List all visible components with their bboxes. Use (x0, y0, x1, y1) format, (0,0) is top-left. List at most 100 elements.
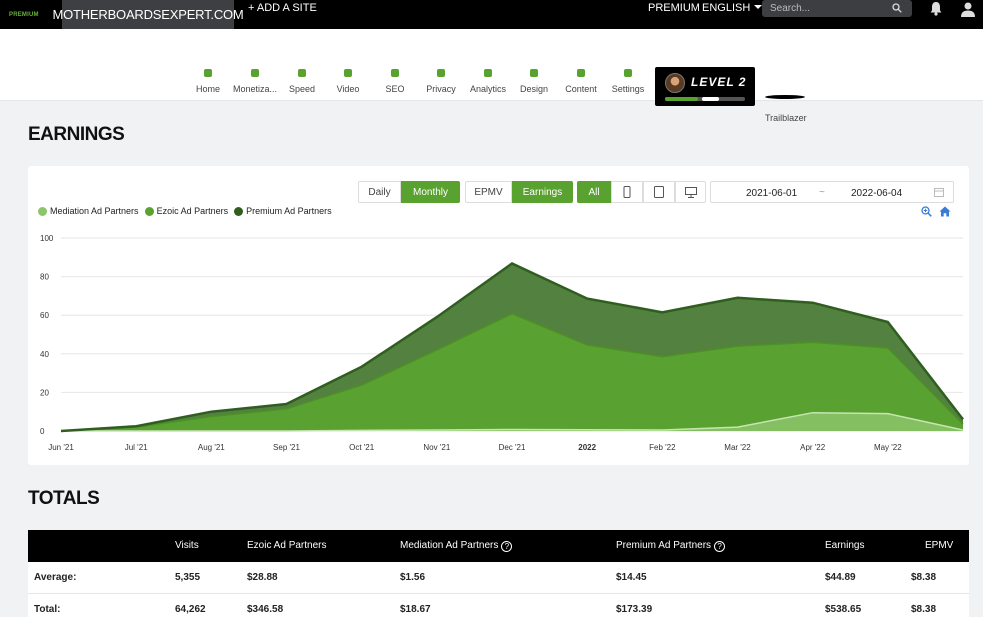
cell-visits: 64,262 (175, 604, 206, 615)
add-site-link[interactable]: + ADD A SITE (248, 0, 317, 16)
nav-item-privacy[interactable]: Privacy (416, 69, 466, 94)
level-badge[interactable]: LEVEL 2 (655, 67, 755, 106)
nav-item-seo[interactable]: SEO (370, 69, 420, 94)
column-header-epmv: EPMV (925, 540, 954, 551)
x-tick-label: Dec '21 (499, 443, 526, 452)
date-start[interactable]: 2021-06-01 (746, 188, 797, 199)
level-text: LEVEL 2 (691, 75, 747, 89)
cell-visits: 5,355 (175, 572, 201, 583)
legend-label: Ezoic Ad Partners (156, 206, 229, 216)
y-tick-label: 0 (40, 427, 45, 436)
legend-label: Mediation Ad Partners (50, 206, 139, 216)
x-tick-label: Aug '21 (198, 443, 225, 452)
epmv-button[interactable]: EPMV (465, 181, 512, 203)
earnings-button[interactable]: Earnings (512, 181, 573, 203)
status-dot (204, 69, 212, 77)
status-dot (344, 69, 352, 77)
bell-icon[interactable] (929, 1, 943, 16)
search-icon[interactable] (892, 3, 902, 13)
search-input[interactable] (770, 1, 890, 15)
monthly-button[interactable]: Monthly (401, 181, 460, 203)
x-tick-label: Jul '21 (125, 443, 148, 452)
table-row: Average: 5,355 $28.88 $1.56 $14.45 $44.8… (28, 562, 969, 594)
calendar-icon[interactable] (934, 187, 944, 197)
column-header-mediation: Mediation Ad Partners? (400, 530, 513, 562)
cell-ezoic: $346.58 (247, 604, 284, 615)
row-label: Total: (34, 604, 61, 615)
y-tick-label: 80 (40, 273, 49, 282)
y-tick-label: 60 (40, 311, 49, 320)
totals-table: Visits Ezoic Ad Partners Mediation Ad Pa… (28, 530, 969, 617)
chart-legend: Mediation Ad Partners Ezoic Ad Partners … (38, 206, 332, 216)
device-tablet-button[interactable] (643, 181, 675, 203)
column-header-label: Mediation Ad Partners (400, 540, 499, 551)
status-dot (251, 69, 259, 77)
legend-item-mediation[interactable]: Mediation Ad Partners (38, 206, 139, 216)
legend-item-premium[interactable]: Premium Ad Partners (234, 206, 332, 216)
trailblazer-badge[interactable] (765, 95, 805, 99)
premium-link[interactable]: PREMIUM (648, 0, 700, 16)
legend-swatch (144, 206, 154, 216)
device-all-button[interactable]: All (577, 181, 611, 203)
device-phone-button[interactable] (611, 181, 643, 203)
column-header-earnings: Earnings (825, 540, 865, 551)
row-label: Average: (34, 572, 77, 583)
daily-button[interactable]: Daily (358, 181, 401, 203)
nav-item-label: Design (519, 84, 548, 94)
zoom-icon[interactable] (921, 206, 932, 217)
status-dot (391, 69, 399, 77)
cell-earnings: $538.65 (825, 604, 862, 615)
site-selector-tab[interactable]: MOTHERBOARDSEXPERT.COM (52, 0, 244, 29)
status-dot (624, 69, 632, 77)
help-icon[interactable]: ? (714, 541, 726, 552)
x-tick-label: Jun '21 (48, 443, 74, 452)
x-tick-label: Nov '21 (423, 443, 450, 452)
date-range-picker[interactable]: 2021-06-01 ~ 2022-06-04 (710, 181, 954, 203)
top-bar: PREMIUM MOTHERBOARDSEXPERT.COM + ADD A S… (0, 0, 983, 29)
table-row: Total: 64,262 $346.58 $18.67 $173.39 $53… (28, 594, 969, 617)
home-icon[interactable] (939, 206, 951, 217)
nav-item-content[interactable]: Content (556, 69, 606, 94)
status-dot (530, 69, 538, 77)
nav-item-design[interactable]: Design (509, 69, 559, 94)
x-tick-label: Sep '21 (273, 443, 300, 452)
column-header-visits: Visits (175, 540, 199, 551)
level-progress-bar (665, 97, 745, 101)
cell-earnings: $44.89 (825, 572, 856, 583)
nav-item-label: Video (336, 84, 360, 94)
trailblazer-label: Trailblazer (765, 113, 807, 123)
date-end[interactable]: 2022-06-04 (851, 188, 902, 199)
cell-epmv: $8.38 (911, 572, 937, 583)
nav-item-home[interactable]: Home (183, 69, 233, 94)
cell-epmv: $8.38 (911, 604, 937, 615)
y-tick-label: 100 (40, 234, 54, 243)
cell-premium: $173.39 (616, 604, 653, 615)
user-icon[interactable] (960, 1, 976, 17)
avatar (665, 73, 685, 93)
nav-item-settings[interactable]: Settings (603, 69, 653, 94)
y-tick-label: 20 (40, 388, 49, 397)
nav-item-analytics[interactable]: Analytics (463, 69, 513, 94)
section-nav-band: Home Monetiza... Speed Video SEO Privacy… (0, 29, 983, 123)
nav-item-video[interactable]: Video (323, 69, 373, 94)
help-icon[interactable]: ? (501, 541, 513, 552)
search-box (762, 0, 912, 17)
nav-item-speed[interactable]: Speed (277, 69, 327, 94)
nav-item-monetization[interactable]: Monetiza... (230, 69, 280, 94)
language-dropdown[interactable]: ENGLISH (702, 0, 763, 16)
date-separator: ~ (819, 187, 825, 198)
nav-item-label: SEO (385, 84, 405, 94)
language-label: ENGLISH (702, 2, 751, 14)
device-desktop-button[interactable] (675, 181, 706, 203)
status-dot (577, 69, 585, 77)
status-dot (437, 69, 445, 77)
x-tick-label: Mar '22 (724, 443, 751, 452)
cell-mediation: $1.56 (400, 572, 426, 583)
y-tick-label: 40 (40, 350, 49, 359)
totals-heading: TOTALS (28, 488, 100, 509)
status-dot (484, 69, 492, 77)
nav-item-label: Analytics (469, 84, 506, 94)
earnings-area-chart: 0 20 40 60 80 100 Jun '21 Jul '21 Aug '21 Sep '21… (40, 234, 964, 452)
legend-item-ezoic[interactable]: Ezoic Ad Partners (144, 206, 229, 216)
column-header-premium: Premium Ad Partners? (616, 530, 726, 562)
